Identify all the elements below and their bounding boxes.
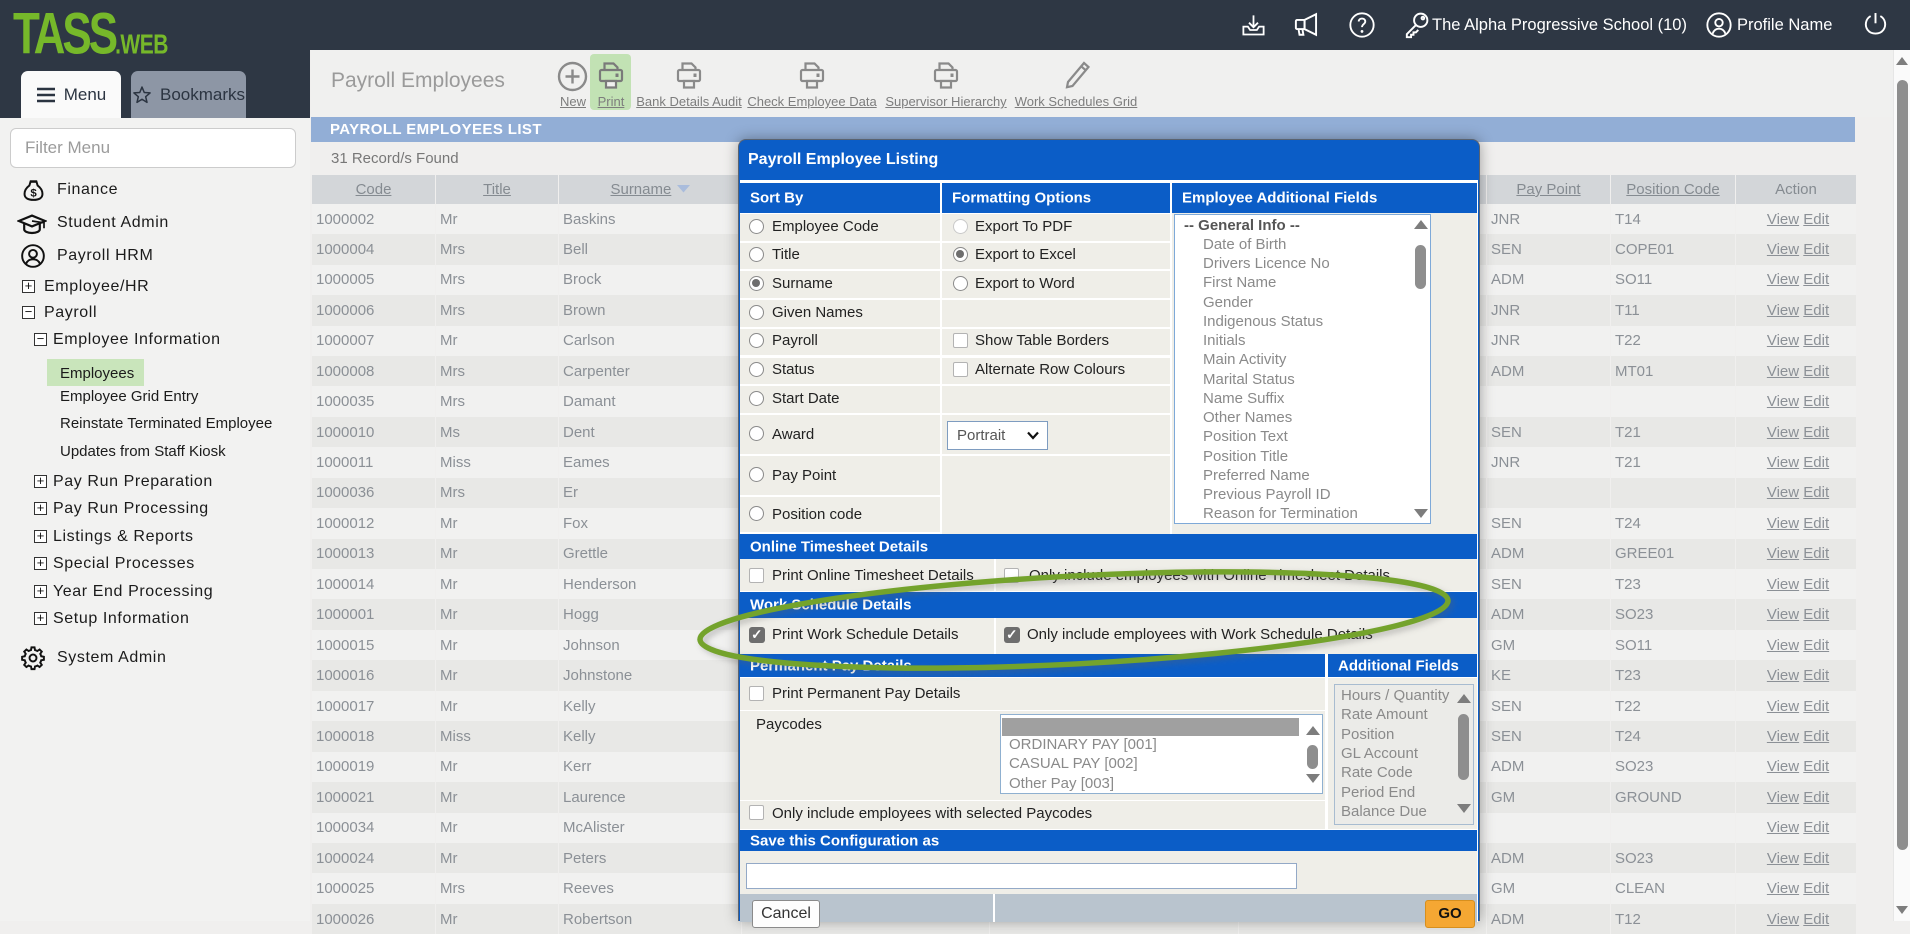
svg-text:$: $	[30, 187, 37, 199]
